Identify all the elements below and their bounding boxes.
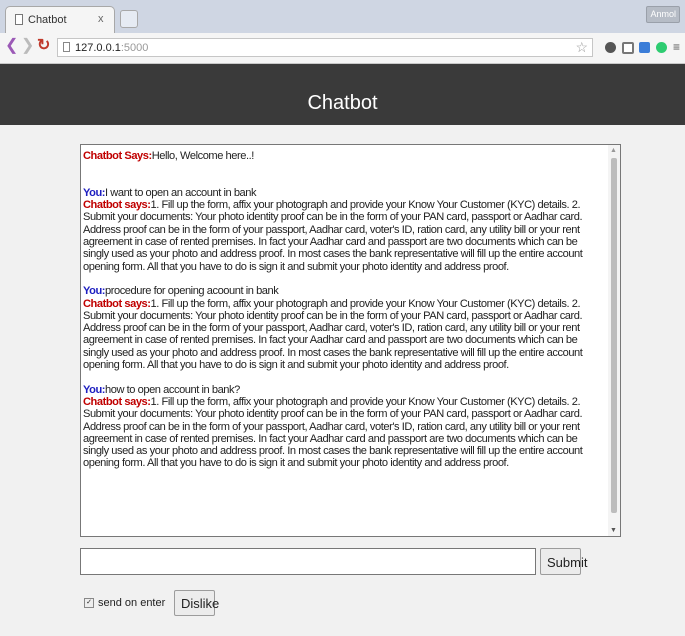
bookmark-icon[interactable] [639,42,650,53]
page-title: Chatbot [307,92,378,114]
bot-label: Chatbot says: [83,199,151,212]
user-text: I want to open an account in bank [105,186,257,199]
menu-icon[interactable]: ≡ [673,41,680,53]
url-host: 127.0.0.1 [75,42,121,54]
user-text: procedure for opening acoount in bank [105,285,279,298]
url-text: 127.0.0.1:5000 [75,42,148,54]
user-message: You:procedure for opening acoount in ban… [83,285,605,297]
back-icon[interactable]: ❮ [5,36,18,56]
chat-scrollbar[interactable]: ▲ ▼ [608,145,620,536]
url-port: :5000 [120,42,149,54]
bot-label: Chatbot Says: [83,150,152,162]
extension-icon[interactable] [605,42,616,53]
bot-text: Hello, Welcome here..! [151,150,255,162]
refresh-extension-icon[interactable] [656,42,667,53]
scroll-down-icon[interactable]: ▼ [610,527,617,534]
bot-message: Chatbot says:1. Fill up the form, affix … [83,396,605,470]
tab-strip: Chatbot x Anmol [0,0,685,33]
browser-tab[interactable]: Chatbot x [5,6,115,33]
chat-messages: Chatbot Says:Hello, Welcome here..! You:… [83,150,605,470]
star-icon[interactable]: ☆ [575,39,588,56]
submit-button[interactable]: Submit [540,548,587,575]
send-on-enter-checkbox[interactable]: ✓ [84,598,94,609]
bot-label: Chatbot says: [83,395,151,408]
dislike-button[interactable]: Dislike [174,590,219,616]
reload-icon[interactable]: ↻ [37,36,50,56]
user-text: how to open account in bank? [105,383,240,396]
you-label: You: [83,383,106,396]
send-on-enter-option[interactable]: ✓ send on enter [84,597,165,609]
bot-message: Chatbot says:1. Fill up the form, affix … [83,199,605,273]
bot-message: Chatbot says:1. Fill up the form, affix … [83,298,605,372]
tab-close-button[interactable]: x [98,13,104,25]
page-header: Chatbot [0,64,685,125]
user-message: You:I want to open an account in bank [83,187,605,199]
page-icon [63,42,70,52]
chat-log[interactable]: Chatbot Says:Hello, Welcome here..! You:… [80,144,621,537]
forward-icon[interactable]: ❯ [21,36,34,56]
bot-text: 1. Fill up the form, affix your photogra… [83,199,583,273]
address-bar[interactable]: 127.0.0.1:5000 ☆ [57,38,593,57]
bot-text: 1. Fill up the form, affix your photogra… [83,297,583,372]
user-message: You:how to open account in bank? [83,384,605,396]
scroll-up-icon[interactable]: ▲ [610,147,617,154]
bot-message: Chatbot Says:Hello, Welcome here..! [83,150,605,162]
message-input[interactable] [80,548,536,575]
scrollbar-thumb[interactable] [611,158,617,513]
bot-label: Chatbot says: [83,297,151,310]
send-on-enter-label: send on enter [98,597,166,609]
you-label: You: [83,285,106,298]
tab-title: Chatbot [28,14,67,26]
camera-icon[interactable] [622,42,634,54]
browser-toolbar: ❮ ❯ ↻ 127.0.0.1:5000 ☆ ≡ [0,33,685,64]
you-label: You: [83,186,106,199]
user-profile-badge[interactable]: Anmol [646,6,680,23]
bot-text: 1. Fill up the form, affix your photogra… [83,395,583,470]
new-tab-button[interactable] [120,10,138,28]
page-icon [15,14,23,25]
